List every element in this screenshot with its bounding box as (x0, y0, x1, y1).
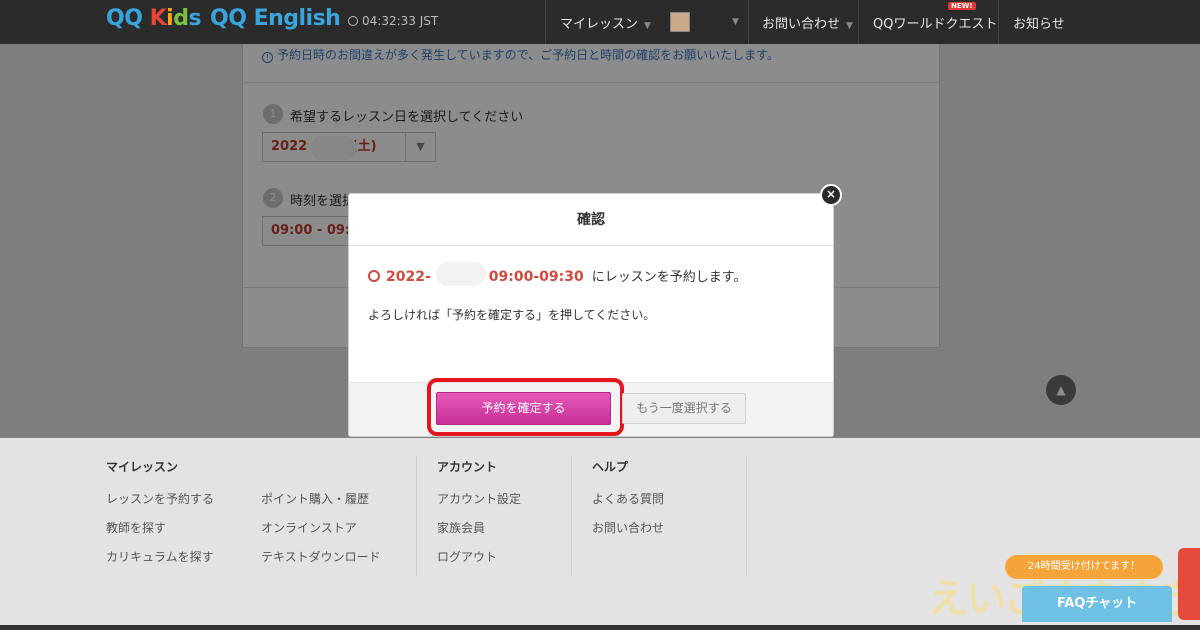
footer-link-text-download[interactable]: テキストダウンロード (261, 548, 381, 565)
nav-divider (998, 0, 999, 44)
footer-link-find-teacher[interactable]: 教師を探す (106, 519, 166, 536)
clock-icon (348, 16, 358, 26)
footer-heading-my-lessons: マイレッスン (106, 460, 179, 474)
highlight-frame (427, 378, 624, 436)
confirm-prompt: よろしければ「予約を確定する」を押してください。 (368, 308, 656, 322)
booking-summary: 2022- 09:00-09:30 にレッスンを予約します。 (368, 266, 746, 285)
modal-title: 確認 (349, 194, 833, 246)
nav-divider (748, 0, 749, 44)
redacted-date (436, 262, 486, 286)
chevron-down-icon: ▼ (846, 21, 853, 31)
account-menu-toggle[interactable]: ▼ (726, 13, 739, 28)
qq-kids-logo[interactable]: QQ Kids (106, 6, 202, 31)
footer-link-online-store[interactable]: オンラインストア (261, 519, 357, 536)
chat-tag: 24時間受け付けてます！ (1005, 555, 1163, 579)
booking-date: 2022- (386, 269, 431, 285)
chevron-down-icon: ▼ (732, 17, 739, 27)
nav-contact-label: お問い合わせ (762, 17, 841, 32)
nav-divider (545, 0, 546, 44)
new-badge: NEW! (948, 2, 976, 10)
nav-world-quest[interactable]: QQワールドクエスト (873, 13, 997, 32)
bottom-bar (0, 625, 1200, 630)
footer-link-family[interactable]: 家族会員 (437, 519, 485, 536)
footer-link-account-settings[interactable]: アカウント設定 (437, 490, 521, 507)
footer-link-logout[interactable]: ログアウト (437, 548, 497, 565)
close-icon[interactable]: × (820, 184, 842, 206)
nav-my-lessons-label: マイレッスン (560, 17, 639, 32)
top-navbar: QQ Kids QQ English 04:32:33 JST マイレッスン ▼ … (0, 0, 1200, 44)
mascot-icon[interactable] (1178, 548, 1200, 620)
footer-link-contact[interactable]: お問い合わせ (592, 519, 664, 536)
footer-link-book-lesson[interactable]: レッスンを予約する (106, 490, 214, 507)
faq-chat-button[interactable]: FAQチャット (1022, 586, 1172, 622)
clock-icon (368, 270, 380, 282)
footer-heading-account: アカウント (437, 460, 498, 474)
footer-heading-help: ヘルプ (592, 460, 629, 474)
footer-link-faq[interactable]: よくある質問 (592, 490, 664, 507)
qq-english-logo[interactable]: QQ English (210, 6, 341, 31)
reselect-button[interactable]: もう一度選択する (622, 393, 746, 424)
nav-contact[interactable]: お問い合わせ ▼ (762, 13, 853, 32)
booking-time: 09:00-09:30 (488, 269, 584, 285)
booking-confirm-text: にレッスンを予約します。 (591, 270, 747, 285)
footer-link-points[interactable]: ポイント購入・履歴 (261, 490, 369, 507)
footer-divider (571, 456, 572, 576)
nav-divider (858, 0, 859, 44)
nav-my-lessons[interactable]: マイレッスン ▼ (560, 13, 651, 32)
nav-news[interactable]: お知らせ (1013, 13, 1065, 32)
footer-divider (746, 456, 747, 576)
footer-link-find-curriculum[interactable]: カリキュラムを探す (106, 548, 214, 565)
jst-clock: 04:32:33 JST (348, 14, 438, 28)
avatar[interactable] (670, 12, 690, 32)
clock-time: 04:32:33 JST (362, 14, 439, 28)
footer-divider (416, 456, 417, 576)
chevron-down-icon: ▼ (644, 21, 651, 31)
